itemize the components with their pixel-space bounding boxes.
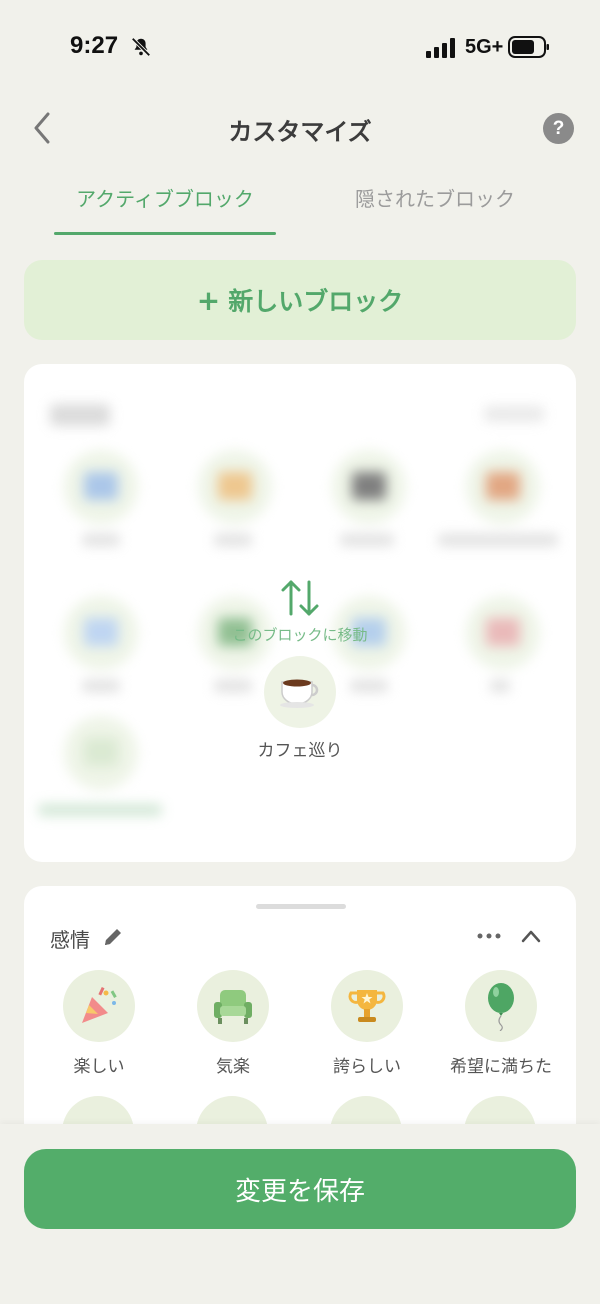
new-block-button[interactable]: + 新しいブロック bbox=[24, 260, 576, 340]
emotion-hopeful[interactable]: 希望に満ちた bbox=[436, 970, 566, 1077]
help-button[interactable]: ? bbox=[543, 113, 574, 144]
tab-active-blocks[interactable]: アクティブブロック bbox=[54, 183, 276, 212]
drag-handle[interactable] bbox=[256, 904, 346, 909]
balloon-icon bbox=[465, 970, 537, 1042]
armchair-icon bbox=[197, 970, 269, 1042]
move-hint: このブロックに移動 bbox=[24, 578, 576, 645]
status-time: 9:27 bbox=[70, 32, 119, 59]
emotion-happy[interactable]: 楽しい bbox=[34, 970, 164, 1077]
bell-off-icon bbox=[131, 37, 151, 57]
page-title: カスタマイズ bbox=[228, 118, 372, 146]
party-popper-icon bbox=[63, 970, 135, 1042]
emotions-title: 感情 bbox=[50, 928, 90, 952]
emotion-proud[interactable]: 誇らしい bbox=[302, 970, 432, 1077]
battery-icon bbox=[508, 36, 549, 58]
move-hint-text: このブロックに移動 bbox=[232, 626, 368, 644]
network-type: 5G+ bbox=[465, 36, 504, 58]
dragged-item-circle bbox=[264, 656, 336, 728]
emotions-block: 感情 楽しい 気楽 誇らしい 希望に満ちた bbox=[24, 886, 576, 1146]
status-bar: 9:27 5G+ bbox=[0, 0, 600, 90]
pencil-icon[interactable] bbox=[102, 926, 124, 948]
coffee-cup-icon bbox=[280, 679, 319, 708]
save-changes-button[interactable]: 変更を保存 bbox=[24, 1149, 576, 1229]
new-block-label: 新しいブロック bbox=[228, 287, 404, 316]
chevron-up-icon[interactable] bbox=[520, 926, 542, 946]
emotion-label: 誇らしい bbox=[333, 1057, 401, 1077]
emotion-label: 希望に満ちた bbox=[450, 1057, 552, 1077]
tab-underline bbox=[54, 232, 276, 235]
more-icon[interactable] bbox=[476, 932, 502, 940]
emotion-relaxed[interactable]: 気楽 bbox=[168, 970, 298, 1077]
tab-hidden-blocks[interactable]: 隠されたブロック bbox=[330, 183, 540, 212]
emotion-label: 気楽 bbox=[216, 1057, 250, 1077]
plus-icon: + bbox=[196, 283, 221, 317]
drop-target-block[interactable]: このブロックに移動 カフェ巡り bbox=[24, 364, 576, 862]
signal-icon bbox=[426, 38, 455, 58]
dragged-item-label: カフェ巡り bbox=[257, 741, 343, 761]
swap-arrows-icon bbox=[281, 580, 319, 616]
emotion-label: 楽しい bbox=[73, 1057, 125, 1077]
dragged-item[interactable]: カフェ巡り bbox=[258, 656, 343, 761]
trophy-icon bbox=[331, 970, 403, 1042]
